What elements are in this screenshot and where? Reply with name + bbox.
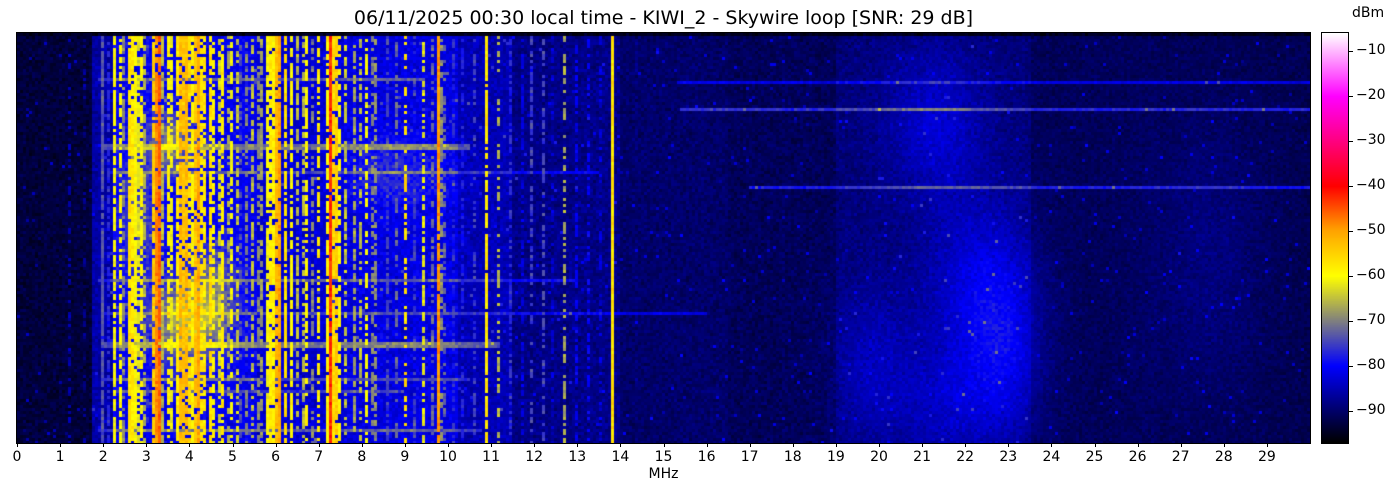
- x-tick-label: 4: [184, 449, 194, 465]
- colorbar-tick-label: −70: [1356, 312, 1386, 329]
- colorbar-tick-label: −50: [1356, 222, 1386, 239]
- x-tick-label: 13: [568, 449, 587, 465]
- x-tick-label: 20: [870, 449, 888, 465]
- colorbar-tick-label: −20: [1356, 87, 1386, 104]
- colorbar-tick: [1349, 141, 1353, 143]
- colorbar-tick: [1349, 366, 1353, 368]
- x-tick-label: 27: [1171, 449, 1190, 465]
- x-tick-label: 8: [357, 449, 367, 465]
- x-tick-label: 16: [697, 449, 716, 465]
- colorbar-tick-label: −60: [1356, 267, 1386, 284]
- x-tick-label: 22: [956, 449, 975, 465]
- x-tick-label: 9: [400, 449, 410, 465]
- colorbar-tick: [1349, 186, 1353, 188]
- x-tick-label: 17: [740, 449, 759, 465]
- x-tick-label: 29: [1257, 449, 1276, 465]
- colorbar-gradient: [1322, 33, 1348, 443]
- x-tick-label: 10: [439, 449, 457, 465]
- colorbar-tick-label: −80: [1356, 357, 1386, 374]
- colorbar-tick: [1349, 96, 1353, 98]
- x-tick-label: 21: [913, 449, 931, 465]
- colorbar-tick: [1349, 321, 1353, 323]
- spectrogram-figure: 06/11/2025 00:30 local time - KIWI_2 - S…: [0, 0, 1400, 500]
- x-tick-label: 28: [1214, 449, 1233, 465]
- x-tick-label: 14: [611, 449, 630, 465]
- x-tick-label: 26: [1128, 449, 1147, 465]
- colorbar-tick-label: −30: [1356, 132, 1386, 149]
- colorbar-tick-label: −90: [1356, 402, 1386, 419]
- x-tick-label: 1: [55, 449, 65, 465]
- x-tick-label: 19: [826, 449, 845, 465]
- x-tick-label: 11: [482, 449, 500, 465]
- x-tick-label: 12: [525, 449, 544, 465]
- x-axis-label: MHz: [648, 466, 679, 482]
- colorbar-label: dBm: [1352, 5, 1385, 21]
- colorbar-tick-label: −40: [1356, 177, 1386, 194]
- colorbar-frame: [1321, 32, 1349, 444]
- chart-title: 06/11/2025 00:30 local time - KIWI_2 - S…: [353, 7, 974, 29]
- x-tick-label: 6: [271, 449, 281, 465]
- x-tick-label: 7: [314, 449, 324, 465]
- plot-frame: [16, 32, 1311, 444]
- x-tick-label: 0: [12, 449, 22, 465]
- x-tick-label: 18: [783, 449, 802, 465]
- x-tick-label: 25: [1085, 449, 1104, 465]
- colorbar-tick: [1349, 51, 1353, 53]
- colorbar-tick-label: −10: [1356, 42, 1386, 59]
- x-tick-label: 3: [141, 449, 151, 465]
- colorbar-tick: [1349, 276, 1353, 278]
- x-tick-label: 2: [98, 449, 108, 465]
- x-tick-label: 23: [999, 449, 1018, 465]
- colorbar-tick: [1349, 411, 1353, 413]
- colorbar-tick: [1349, 231, 1353, 233]
- x-tick-label: 5: [228, 449, 237, 465]
- x-tick-label: 24: [1042, 449, 1061, 465]
- waterfall-heatmap: [17, 33, 1310, 443]
- x-tick-label: 15: [654, 449, 673, 465]
